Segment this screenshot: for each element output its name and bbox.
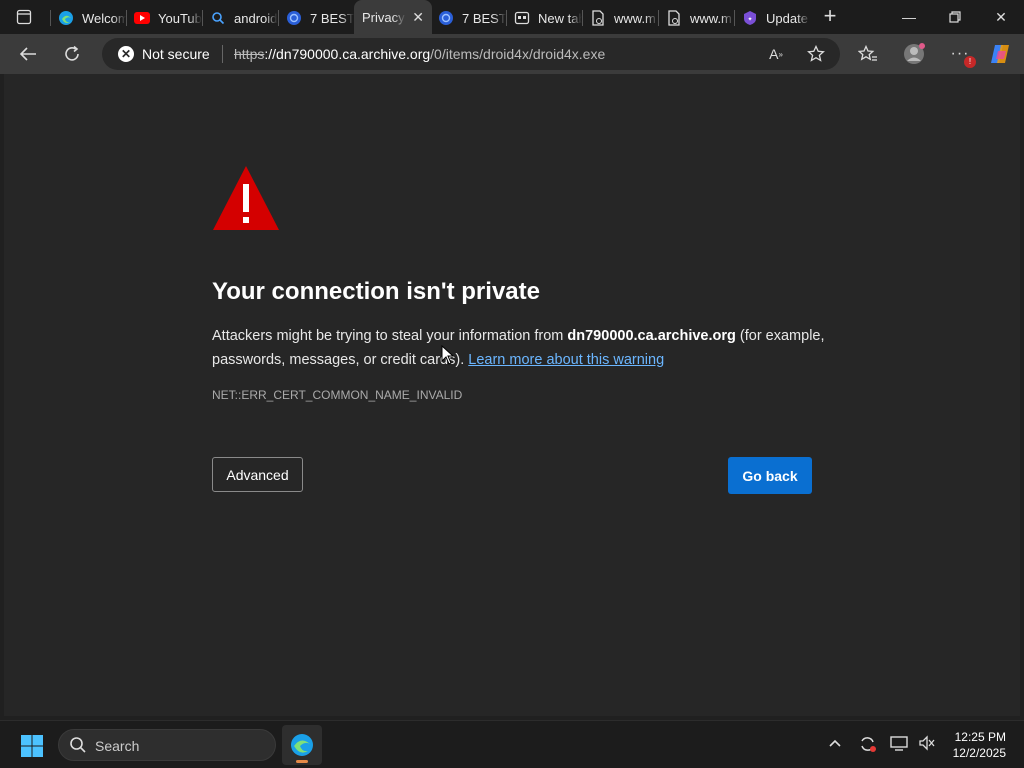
tab-label: Update: [766, 10, 808, 26]
url-scheme: https: [234, 46, 265, 62]
url-path: /0/items/droid4x/droid4x.exe: [430, 46, 606, 62]
description-prefix: Attackers might be trying to steal your …: [212, 328, 568, 344]
clock-time: 12:25 PM: [954, 730, 1006, 744]
mouse-cursor-icon: [441, 345, 455, 365]
tab-label: android: [234, 10, 278, 26]
refresh-button[interactable]: [60, 42, 84, 66]
newtab-icon: [514, 10, 530, 26]
tab-separator: [506, 10, 507, 26]
shield-icon: ✦: [742, 10, 758, 26]
edge-icon: [58, 10, 74, 26]
taskbar: Search 12:25 PM 12/2/2025: [0, 720, 1024, 768]
tab-label: 7 BEST A: [462, 10, 506, 26]
new-tab-button[interactable]: +: [818, 5, 842, 28]
taskbar-edge-button[interactable]: [282, 725, 322, 765]
profile-avatar-icon[interactable]: [902, 42, 926, 66]
tab-www-1[interactable]: www.m: [584, 4, 658, 32]
system-clock[interactable]: 12:25 PM 12/2/2025: [944, 729, 1006, 761]
tab-welcome[interactable]: Welcome: [52, 4, 126, 32]
address-bar[interactable]: ✕ Not secure https://dn790000.ca.archive…: [102, 38, 840, 70]
globe-icon: [438, 10, 454, 26]
page-title: Your connection isn't private: [212, 278, 540, 305]
settings-more-icon[interactable]: ··· !: [948, 42, 976, 68]
tab-label: www.m: [614, 10, 656, 26]
security-label[interactable]: Not secure: [142, 46, 210, 62]
close-window-button[interactable]: ✕: [988, 6, 1014, 28]
error-code: NET::ERR_CERT_COMMON_NAME_INVALID: [212, 388, 463, 402]
document-icon: [590, 10, 606, 26]
search-icon: [210, 10, 226, 26]
network-icon[interactable]: [890, 735, 908, 756]
tab-7-best-2[interactable]: 7 BEST A: [432, 4, 506, 32]
clock-date: 12/2/2025: [952, 746, 1006, 760]
tab-label: New tab: [538, 10, 582, 26]
tab-7-best-1[interactable]: 7 BEST A: [280, 4, 354, 32]
windows-start-icon[interactable]: [20, 734, 44, 758]
tab-separator: [582, 10, 583, 26]
close-tab-icon[interactable]: ✕: [412, 9, 424, 26]
advanced-button[interactable]: Advanced: [212, 457, 303, 492]
document-icon: [666, 10, 682, 26]
tab-actions-icon[interactable]: [10, 6, 38, 28]
tab-android-search[interactable]: android: [204, 4, 278, 32]
address-separator: [222, 45, 223, 63]
svg-text:✦: ✦: [747, 16, 752, 23]
sync-icon[interactable]: [858, 735, 878, 758]
url-text[interactable]: https://dn790000.ca.archive.org/0/items/…: [234, 46, 605, 62]
read-aloud-icon[interactable]: A»: [764, 42, 788, 66]
tab-separator: [658, 10, 659, 26]
title-bar: Welcome YouTube android 7 BEST A Privacy…: [0, 0, 1024, 34]
tab-separator: [202, 10, 203, 26]
volume-muted-icon[interactable]: [918, 735, 936, 756]
minimize-button[interactable]: —: [896, 6, 922, 28]
tab-separator: [50, 10, 51, 26]
tab-label: 7 BEST A: [310, 10, 354, 26]
url-host: ://dn790000.ca.archive.org: [264, 46, 431, 62]
search-label: Search: [95, 738, 140, 754]
tab-separator: [278, 10, 279, 26]
globe-icon: [286, 10, 302, 26]
tab-new-tab[interactable]: New tab: [508, 4, 582, 32]
tab-youtube[interactable]: YouTube: [128, 4, 202, 32]
warning-icon: [213, 166, 279, 230]
favorite-star-icon[interactable]: [804, 42, 828, 66]
tab-separator: [734, 10, 735, 26]
youtube-icon: [134, 10, 150, 26]
tab-label: YouTube: [158, 10, 202, 26]
back-button[interactable]: [16, 42, 40, 66]
edge-icon: [291, 734, 313, 756]
search-icon: [70, 737, 86, 753]
restore-button[interactable]: [942, 6, 968, 28]
go-back-button[interactable]: Go back: [728, 457, 812, 494]
warning-description: Attackers might be trying to steal your …: [212, 324, 832, 372]
tab-label: Privacy: [362, 9, 405, 25]
tab-label: Welcome: [82, 10, 126, 26]
learn-more-link[interactable]: Learn more about this warning: [468, 352, 664, 368]
tab-update[interactable]: ✦ Update: [736, 4, 810, 32]
tab-label: www.m: [690, 10, 732, 26]
taskbar-search[interactable]: Search: [58, 729, 276, 761]
tab-separator: [126, 10, 127, 26]
favorites-icon[interactable]: [856, 42, 880, 66]
chevron-up-icon[interactable]: [828, 735, 842, 753]
tab-privacy[interactable]: Privacy ✕: [354, 0, 432, 34]
active-indicator: [296, 760, 308, 763]
browser-toolbar: ✕ Not secure https://dn790000.ca.archive…: [0, 34, 1024, 74]
not-secure-icon[interactable]: ✕: [118, 46, 134, 62]
error-page: Your connection isn't private Attackers …: [4, 74, 1020, 716]
description-host: dn790000.ca.archive.org: [567, 328, 736, 344]
copilot-icon[interactable]: [988, 42, 1012, 66]
tab-www-2[interactable]: www.m: [660, 4, 734, 32]
